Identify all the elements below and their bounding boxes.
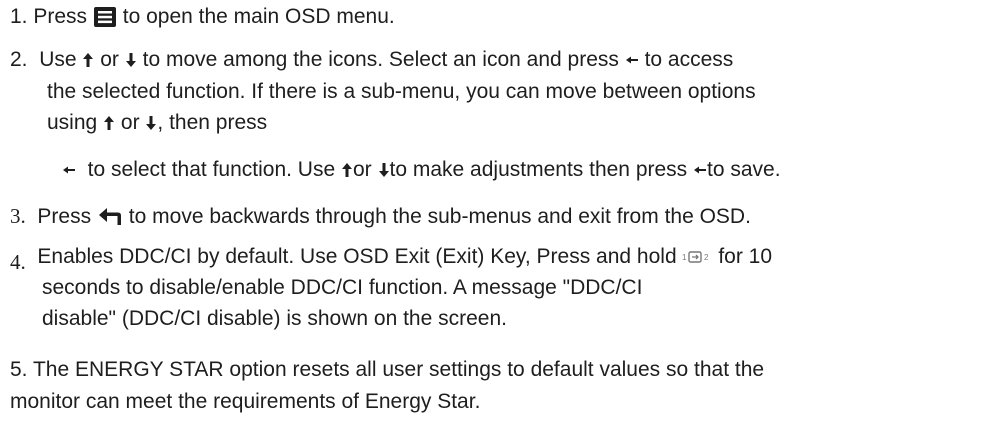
arrow-down-icon — [145, 115, 157, 131]
step-text: Enables DDC/CI by default. Use OSD Exit … — [37, 245, 677, 268]
step-2-line-1: 2. Use or to move among the icons. Selec… — [10, 47, 733, 73]
svg-text:2: 2 — [704, 253, 709, 262]
svg-text:1: 1 — [682, 253, 687, 262]
menu-button-icon — [93, 6, 117, 28]
step-text: to save. — [707, 158, 781, 181]
step-number: 3. — [10, 204, 26, 228]
step-2-line-2: the selected function. If there is a sub… — [47, 79, 756, 105]
step-text: to access — [644, 48, 734, 71]
step-4-line-1: 4. Enables DDC/CI by default. Use OSD Ex… — [10, 243, 773, 274]
step-text: Use — [39, 48, 77, 71]
enter-icon — [625, 55, 639, 65]
step-2-line-4: to select that function. Use or to make … — [62, 157, 781, 183]
arrow-up-icon — [341, 162, 353, 178]
enter-icon — [693, 165, 707, 175]
step-text: the selected function. If there is a sub… — [47, 80, 756, 103]
step-text: to select that function. Use — [87, 158, 336, 181]
step-text: or — [352, 158, 372, 181]
step-number: 4. — [10, 250, 26, 274]
step-5-line-1: 5. The ENERGY STAR option resets all use… — [10, 357, 764, 383]
step-4-line-2: seconds to disable/enable DDC/CI functio… — [42, 275, 642, 301]
step-4-line-3: disable" (DDC/CI disable) is shown on th… — [42, 306, 507, 332]
step-text: Press — [37, 205, 92, 228]
arrow-up-icon — [103, 115, 115, 131]
step-text: using — [47, 111, 98, 134]
enter-icon — [62, 165, 76, 175]
step-text: or — [120, 111, 140, 134]
step-text: 5. The ENERGY STAR option resets all use… — [10, 358, 765, 381]
step-number: 1. — [10, 5, 28, 28]
step-text: or — [100, 48, 119, 71]
step-text: to move backwards through the sub-menus … — [128, 205, 751, 228]
step-text: monitor can meet the requirements of Ene… — [10, 390, 481, 413]
step-1: 1. Press to open the main OSD menu. — [10, 4, 395, 30]
back-arrow-icon — [97, 207, 123, 227]
step-text: to move among the icons. Select an icon … — [142, 48, 619, 71]
step-2-line-3: using or , then press — [47, 110, 267, 136]
step-text: to make adjustments then press — [389, 158, 688, 181]
step-text: Press — [33, 5, 88, 28]
step-text: seconds to disable/enable DDC/CI functio… — [42, 276, 643, 299]
step-text: to open the main OSD menu. — [122, 5, 395, 28]
step-text: for 10 — [718, 245, 773, 268]
input-switch-icon: 12 — [682, 249, 712, 265]
arrow-down-icon — [125, 52, 137, 68]
step-text: disable" (DDC/CI disable) is shown on th… — [42, 307, 507, 330]
step-5-line-2: monitor can meet the requirements of Ene… — [10, 389, 480, 415]
step-text: , then press — [157, 111, 268, 134]
arrow-up-icon — [82, 52, 94, 68]
step-3: 3. Press to move backwards through the s… — [10, 203, 751, 230]
arrow-down-icon — [378, 162, 390, 178]
step-number: 2. — [10, 48, 28, 71]
